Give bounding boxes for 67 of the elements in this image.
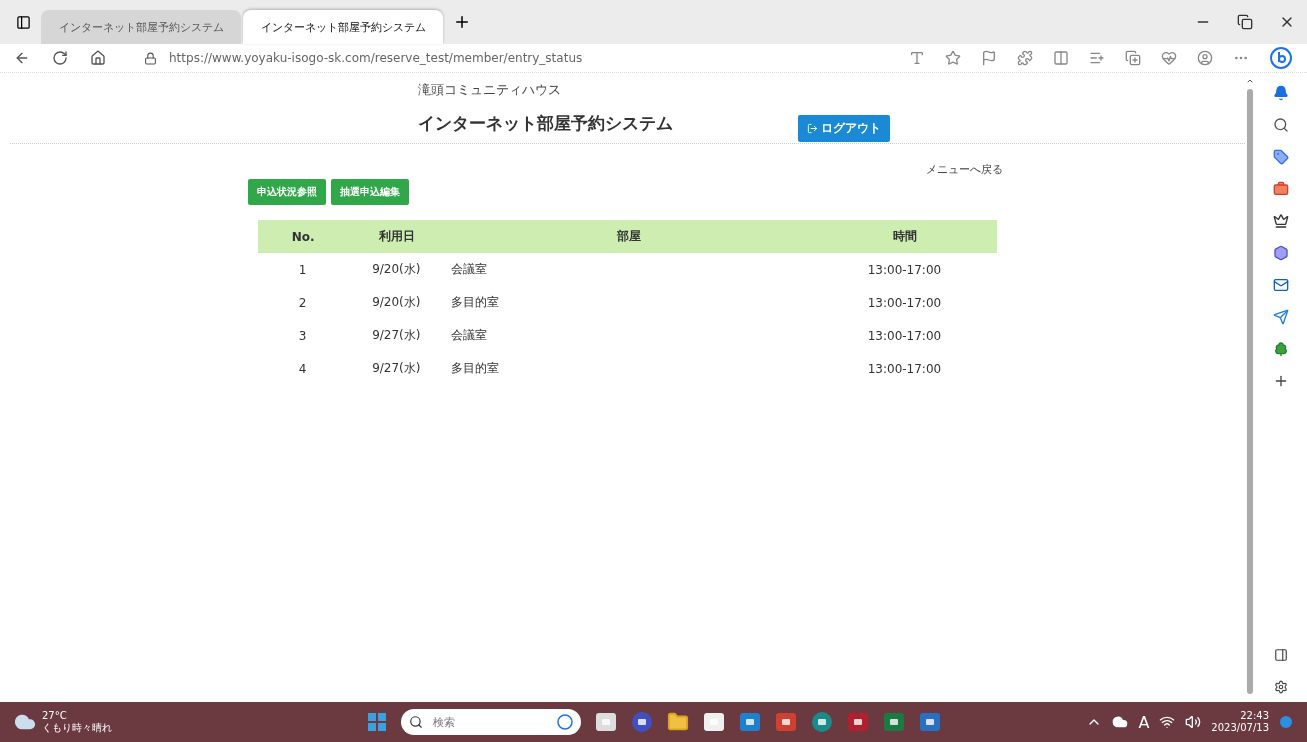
windows-start-icon[interactable]: [367, 712, 387, 732]
health-icon[interactable]: [1161, 50, 1177, 66]
table-cell: 1: [258, 253, 349, 286]
page-title: インターネット部屋予約システム: [418, 111, 674, 135]
mail-icon[interactable]: [1273, 277, 1289, 293]
bell-icon[interactable]: [1273, 85, 1289, 101]
extensions-icon[interactable]: [1017, 50, 1033, 66]
collections-icon[interactable]: [1125, 50, 1141, 66]
add-icon[interactable]: [1273, 373, 1289, 389]
taskbar-search-field[interactable]: 検索: [401, 709, 581, 735]
ime-indicator[interactable]: A: [1138, 712, 1150, 732]
table-cell-text: 多目的室: [450, 294, 501, 311]
flag-icon[interactable]: [981, 50, 997, 66]
scroll-up-icon[interactable]: [1246, 77, 1254, 85]
table-cell: 13:00-17:00: [812, 253, 997, 286]
search-icon[interactable]: [1273, 117, 1289, 133]
column-header: 部屋: [445, 220, 813, 253]
profile-icon[interactable]: [1197, 50, 1213, 66]
toolbox-icon[interactable]: [1273, 181, 1289, 197]
clock[interactable]: 22:43 2023/07/13: [1211, 710, 1269, 734]
table-cell-text: 4: [297, 360, 308, 378]
onedrive-icon[interactable]: [1112, 714, 1129, 730]
column-header: No.: [258, 220, 349, 253]
tree-icon[interactable]: [1273, 341, 1289, 357]
browser-tab[interactable]: インターネット部屋予約システム: [41, 10, 241, 44]
table-cell-text: 多目的室: [450, 360, 501, 377]
tag-icon[interactable]: [1273, 149, 1289, 165]
hexagon-icon[interactable]: [1273, 245, 1289, 261]
column-header: 利用日: [348, 220, 446, 253]
home-icon[interactable]: [90, 50, 106, 66]
search-icon: [409, 715, 423, 729]
table-cell-text: 9/27(水): [371, 360, 422, 377]
lock-icon[interactable]: [144, 51, 157, 65]
logout-icon: [807, 122, 818, 134]
table-cell-text: 13:00-17:00: [866, 360, 943, 378]
temperature[interactable]: 27°C: [42, 710, 112, 722]
table-cell-text: 13:00-17:00: [866, 294, 943, 312]
back-to-menu-link[interactable]: メニューへ戻る: [926, 162, 1003, 177]
new-tab-icon[interactable]: [453, 13, 471, 31]
search-input[interactable]: 検索: [431, 714, 549, 730]
table-cell-text: 3: [297, 327, 308, 345]
table-cell-text: 13:00-17:00: [866, 327, 943, 345]
back-icon[interactable]: [14, 50, 30, 66]
volume-icon[interactable]: [1185, 714, 1202, 730]
table-cell: 9/20(水): [348, 253, 446, 286]
sidebar-icon[interactable]: [1274, 648, 1288, 662]
settings-icon[interactable]: [1274, 680, 1288, 694]
table-cell-text: 2: [297, 294, 308, 312]
notification-icon[interactable]: [1279, 715, 1293, 729]
column-header: 時間: [812, 220, 997, 253]
send-icon[interactable]: [1273, 309, 1289, 325]
table-cell-text: 9/27(水): [371, 327, 422, 344]
tab-actions-icon[interactable]: [16, 14, 31, 30]
logout-button[interactable]: ログアウト: [798, 114, 890, 142]
refresh-icon[interactable]: [52, 50, 68, 66]
wifi-icon[interactable]: [1159, 714, 1176, 730]
browser-tab[interactable]: インターネット部屋予約システム: [243, 10, 443, 44]
weather-condition[interactable]: くもり時々晴れ: [42, 722, 112, 734]
folder-icon[interactable]: [667, 711, 689, 733]
table-cell-text: 9/20(水): [371, 294, 422, 311]
table-cell-text: 会議室: [450, 327, 489, 344]
favorite-icon[interactable]: [945, 50, 961, 66]
address-field[interactable]: https://www.yoyaku-isogo-sk.com/reserve_test/member/entry_status: [169, 51, 583, 65]
table-cell: 会議室: [445, 253, 813, 286]
facility-name: 滝頭コミュニティハウス: [418, 81, 562, 99]
restore-icon[interactable]: [1237, 14, 1253, 30]
split-screen-icon[interactable]: [1053, 50, 1069, 66]
